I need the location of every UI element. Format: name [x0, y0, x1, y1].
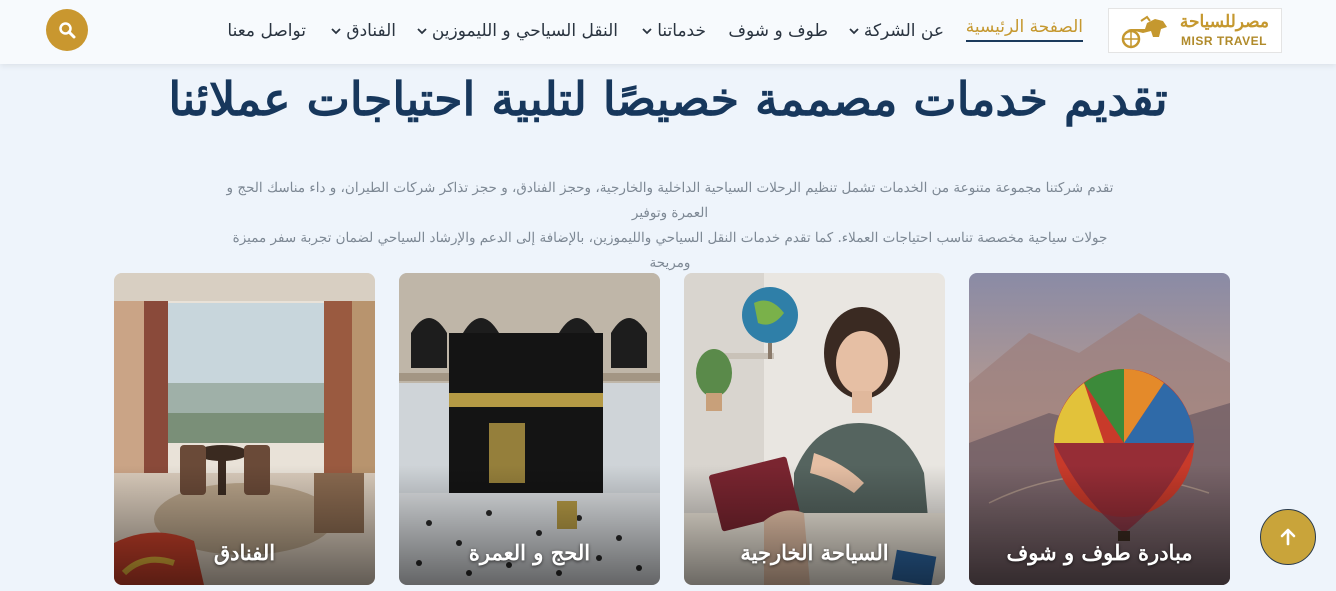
nav-transport[interactable]: النقل السياحي و الليموزين — [416, 18, 618, 44]
card-shade — [969, 465, 1230, 585]
nav-about-label: عن الشركة — [863, 21, 944, 41]
card-label: مبادرة طوف و شوف — [1006, 540, 1193, 565]
card-shade — [684, 465, 945, 585]
card-shade — [399, 465, 660, 585]
scroll-to-top-button[interactable] — [1260, 509, 1316, 565]
description-line-1: تقدم شركتنا مجموعة متنوعة من الخدمات تشم… — [226, 180, 1114, 221]
nav-services[interactable]: خدماتنا — [641, 18, 706, 44]
card-shade — [114, 465, 375, 585]
arrow-up-icon — [1280, 528, 1296, 546]
nav-about[interactable]: عن الشركة — [848, 18, 944, 44]
card-hotels[interactable]: الفنادق — [114, 273, 375, 585]
search-icon — [59, 22, 76, 39]
nav-home[interactable]: الصفحة الرئيسية — [965, 16, 1083, 42]
nav-services-label: خدماتنا — [657, 21, 706, 41]
nav-hotels[interactable]: الفنادق — [330, 18, 396, 44]
search-button[interactable] — [46, 9, 88, 51]
card-tuf-we-shuf[interactable]: مبادرة طوف و شوف — [969, 273, 1230, 585]
card-hajj-umrah[interactable]: الحج و العمرة — [399, 273, 660, 585]
card-label: الحج و العمرة — [468, 540, 591, 565]
chevron-down-icon — [417, 28, 427, 35]
nav-contact-label: تواصل معنا — [227, 21, 306, 41]
chevron-down-icon — [331, 28, 342, 35]
nav-home-label: الصفحة الرئيسية — [965, 17, 1083, 37]
site-header: مصرللسياحة MISR TRAVEL الصفحة الرئيسية ع… — [0, 0, 1336, 64]
card-outbound-tourism[interactable]: السياحة الخارجية — [684, 273, 945, 585]
card-label: السياحة الخارجية — [740, 540, 889, 565]
card-label: الفنادق — [213, 540, 276, 565]
nav-tuf-we-shuf-label: طوف و شوف — [728, 21, 828, 41]
nav-tuf-we-shuf[interactable]: طوف و شوف — [728, 18, 828, 44]
page-description: تقدم شركتنا مجموعة متنوعة من الخدمات تشم… — [220, 176, 1120, 276]
nav-transport-label: النقل السياحي و الليموزين — [431, 21, 618, 41]
main-nav: الصفحة الرئيسية عن الشركة طوف و شوف خدما… — [0, 0, 1336, 60]
chevron-down-icon — [642, 28, 652, 35]
nav-hotels-label: الفنادق — [346, 21, 396, 41]
page-title: تقديم خدمات مصممة خصيصًا لتلبية احتياجات… — [168, 72, 1168, 126]
description-line-2: جولات سياحية مخصصة تناسب احتياجات العملا… — [232, 230, 1108, 271]
nav-contact[interactable]: تواصل معنا — [227, 18, 306, 44]
chevron-down-icon — [849, 28, 859, 35]
